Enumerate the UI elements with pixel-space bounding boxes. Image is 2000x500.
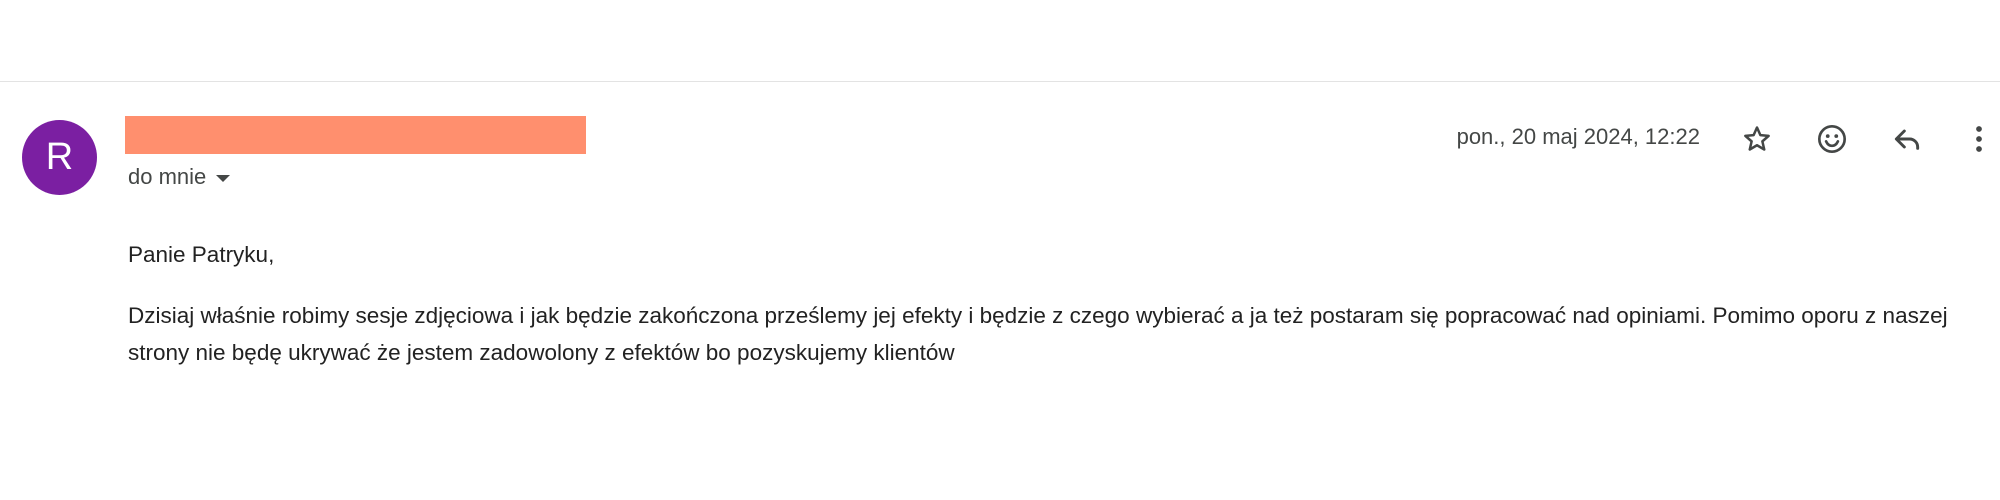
add-reaction-button[interactable] xyxy=(1812,119,1852,159)
recipient-label: do mnie xyxy=(128,164,207,189)
header-divider xyxy=(0,81,2000,82)
star-icon xyxy=(1744,126,1770,151)
more-vert-icon xyxy=(1976,126,1982,152)
message-timestamp: pon., 20 maj 2024, 12:22 xyxy=(1456,124,1700,149)
message-body: Panie Patryku, Dzisiaj właśnie robimy se… xyxy=(128,236,1968,371)
sender-avatar[interactable]: R xyxy=(22,120,97,195)
more-options-button[interactable] xyxy=(1962,119,1996,159)
email-view: R do mnie pon., 20 maj 2024, 12:22 Panie… xyxy=(0,0,2000,500)
reply-icon xyxy=(1894,129,1920,150)
message-paragraph: Dzisiaj właśnie robimy sesje zdjęciowa i… xyxy=(128,303,1948,365)
sender-name-redacted xyxy=(125,116,586,154)
caret-down-icon xyxy=(216,174,231,182)
recipient-details-toggle[interactable]: do mnie xyxy=(128,162,231,192)
reply-button[interactable] xyxy=(1887,119,1927,159)
star-button[interactable] xyxy=(1737,119,1777,159)
message-greeting: Panie Patryku, xyxy=(128,242,275,267)
emoji-icon xyxy=(1818,125,1846,153)
